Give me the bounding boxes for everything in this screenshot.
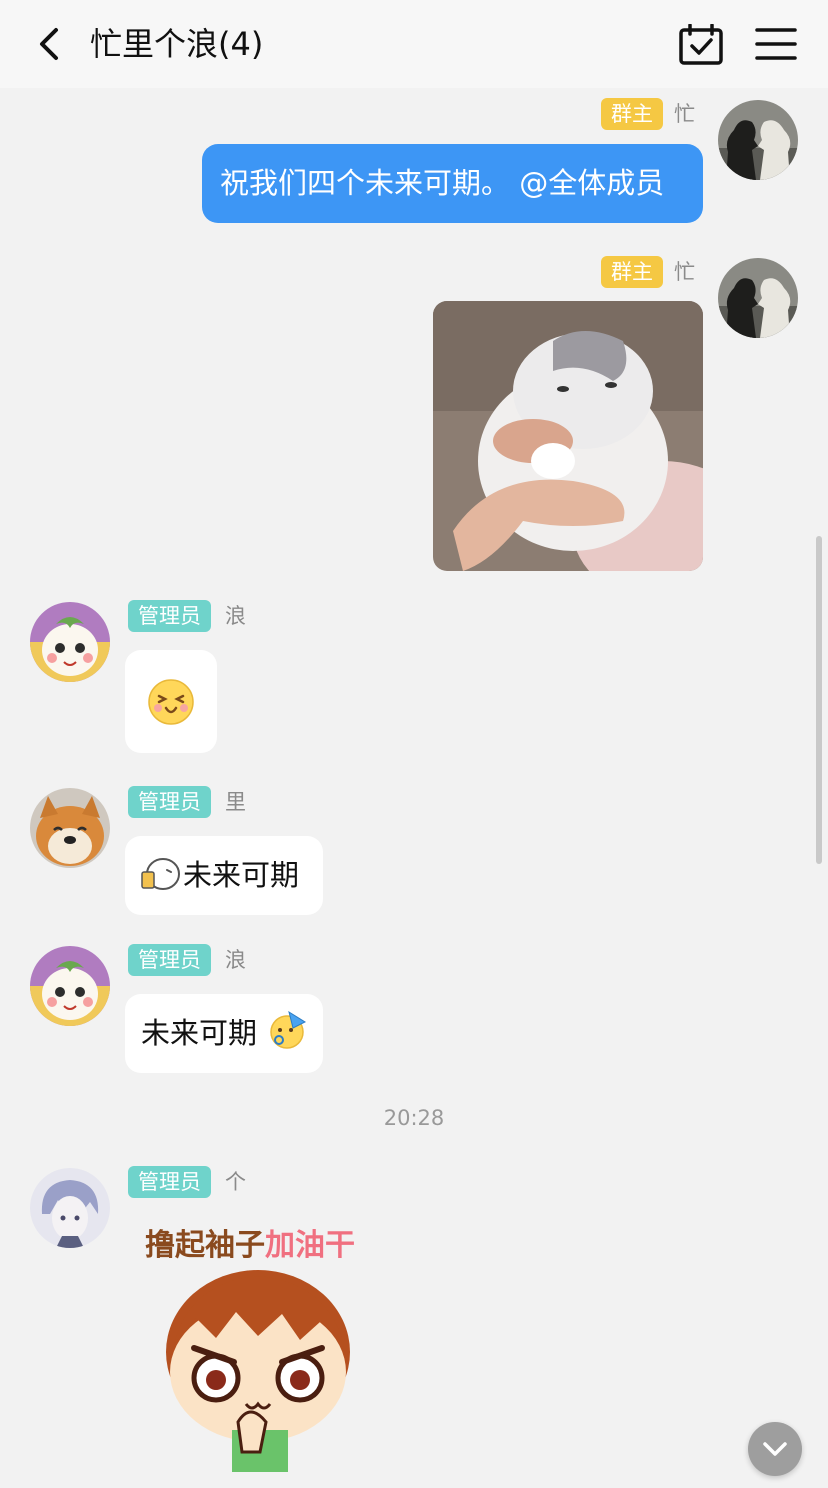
party-face-emoji <box>270 1010 307 1049</box>
sender-name: 浪 <box>225 948 246 972</box>
message-text: 未来可期 <box>183 858 300 892</box>
avatar-lang[interactable] <box>30 602 110 682</box>
sender-name: 忙 <box>674 260 695 284</box>
admin-badge: 管理员 <box>128 600 211 632</box>
avatar-li[interactable] <box>30 788 110 868</box>
message-text: 未来可期 <box>141 1016 258 1050</box>
owner-badge: 群主 <box>601 256 663 288</box>
laughing-face-emoji <box>148 679 194 725</box>
chevron-left-icon[interactable] <box>30 22 70 66</box>
admin-badge: 管理员 <box>128 1166 211 1198</box>
message-bubble[interactable]: 祝我们四个未来可期。 @全体成员 <box>202 144 703 223</box>
sticker-message[interactable]: 撸起袖子加油干 <box>140 1220 400 1480</box>
message-bubble[interactable]: 未来可期 <box>125 836 323 915</box>
sender-name: 浪 <box>225 604 246 628</box>
message-bubble[interactable]: 未来可期 <box>125 994 323 1073</box>
chat-title[interactable]: 忙里个浪(4) <box>90 22 263 66</box>
cheers-emoji <box>141 858 180 890</box>
avatar-lang[interactable] <box>30 946 110 1026</box>
avatar-owner[interactable] <box>718 258 798 338</box>
message-bubble[interactable] <box>125 650 217 753</box>
hamburger-menu-icon[interactable] <box>754 24 798 64</box>
scrollbar[interactable] <box>816 536 822 864</box>
message-timestamp: 20:28 <box>383 1106 445 1130</box>
avatar-ge[interactable] <box>30 1168 110 1248</box>
chevron-down-icon <box>763 1442 787 1456</box>
sender-name: 忙 <box>674 102 695 126</box>
admin-badge: 管理员 <box>128 944 211 976</box>
calendar-check-icon[interactable] <box>678 24 724 66</box>
sender-name: 个 <box>225 1170 246 1194</box>
owner-badge: 群主 <box>601 98 663 130</box>
sender-name: 里 <box>225 790 246 814</box>
message-text: 祝我们四个未来可期。 @全体成员 <box>220 166 665 200</box>
avatar-owner[interactable] <box>718 100 798 180</box>
chat-header: 忙里个浪(4) <box>0 0 828 88</box>
admin-badge: 管理员 <box>128 786 211 818</box>
boy-sticker-image <box>166 1270 350 1472</box>
scroll-to-bottom-button[interactable] <box>748 1422 802 1476</box>
cat-photo-image[interactable] <box>433 301 703 571</box>
